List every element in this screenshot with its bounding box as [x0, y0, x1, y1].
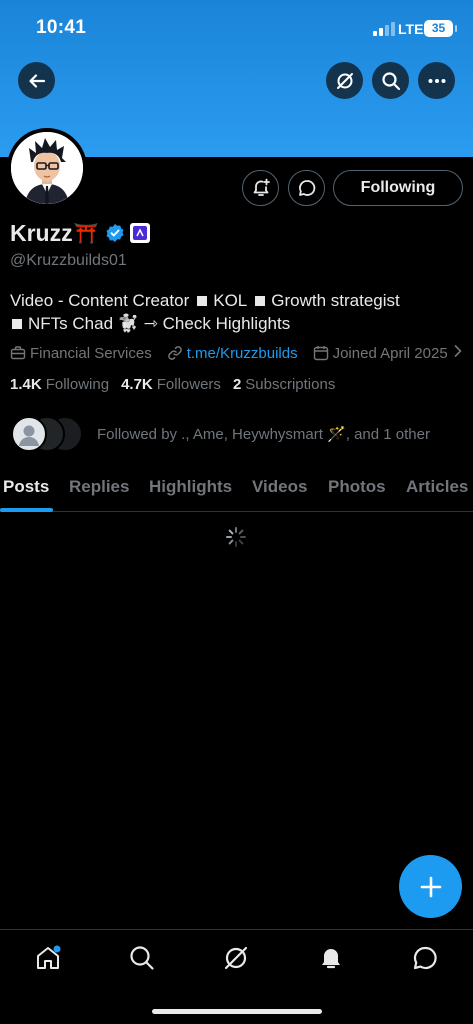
arrow-left-icon: [28, 73, 45, 88]
nav-messages[interactable]: [405, 942, 445, 974]
bio-text: Video - Content Creator: [10, 291, 190, 310]
home-icon: [37, 945, 61, 969]
followers-stat[interactable]: 4.7K Followers: [121, 376, 221, 393]
followed-by[interactable]: Followed by ., Ame, Heywhysmart 🪄, and 1…: [11, 416, 430, 452]
bullet-square-icon: [197, 296, 208, 307]
nav-grok[interactable]: [216, 942, 256, 974]
status-bar: 10:41 LTE 35: [0, 0, 473, 56]
bio-text: NFTs Chad: [28, 314, 114, 333]
bio-emoji: 🐩: [117, 314, 139, 333]
verified-badge-icon[interactable]: [105, 223, 125, 243]
tab-videos[interactable]: Videos: [252, 477, 307, 497]
tab-posts[interactable]: Posts: [3, 477, 49, 497]
name-emoji: ⛩️: [73, 222, 99, 245]
status-time: 10:41: [36, 17, 87, 38]
back-button[interactable]: [18, 62, 55, 99]
grok-icon: [224, 946, 248, 970]
followers-label: Followers: [156, 376, 221, 393]
subscriptions-stat[interactable]: 2 Subscriptions: [233, 376, 335, 393]
message-icon: [298, 180, 315, 196]
following-button[interactable]: Following: [333, 170, 463, 206]
loading-spinner-icon: [226, 527, 246, 547]
bell-plus-icon: [253, 178, 270, 196]
bell-icon: [322, 949, 340, 969]
battery-icon: 35: [424, 20, 457, 37]
bullet-square-icon: [255, 296, 266, 307]
profile-handle: @Kruzzbuilds01: [10, 252, 127, 269]
meta-link[interactable]: t.me/Kruzzbuilds: [167, 345, 298, 362]
network-label: LTE: [398, 21, 424, 37]
message-icon: [413, 946, 437, 970]
grok-button[interactable]: [326, 62, 363, 99]
following-stat[interactable]: 1.4K Following: [10, 376, 109, 393]
meta-joined: Joined April 2025: [313, 345, 448, 362]
subscriptions-count: 2: [232, 376, 242, 393]
profile-avatar[interactable]: [7, 128, 87, 208]
nav-notifications[interactable]: [311, 942, 351, 974]
profile-tabs: Posts Replies Highlights Videos Photos A…: [0, 467, 473, 512]
briefcase-icon: [10, 346, 26, 360]
subscribe-notifications-button[interactable]: [242, 170, 279, 206]
followers-count: 4.7K: [121, 376, 153, 393]
more-button[interactable]: [418, 62, 455, 99]
message-button[interactable]: [288, 170, 325, 206]
tab-highlights[interactable]: Highlights: [149, 477, 232, 497]
compose-button[interactable]: [399, 855, 462, 918]
bio-text: Growth strategist: [271, 291, 400, 310]
category-text: Financial Services: [30, 344, 152, 362]
following-label: Following: [45, 376, 110, 393]
tab-replies[interactable]: Replies: [69, 477, 129, 497]
link-icon: [167, 346, 182, 360]
nav-home[interactable]: [28, 942, 68, 974]
bio-text: Check Highlights: [162, 314, 291, 333]
nav-search[interactable]: [122, 942, 162, 974]
plus-icon: [420, 876, 441, 897]
affiliate-badge-icon[interactable]: [129, 222, 151, 244]
profile-stats: 1.4K Following 4.7K Followers 2 Subscriptio…: [10, 376, 347, 393]
bullet-square-icon: [12, 319, 22, 330]
home-indicator[interactable]: [152, 1009, 322, 1014]
joined-text: Joined April 2025: [332, 344, 448, 362]
more-icon: [428, 78, 445, 83]
profile-link[interactable]: t.me/Kruzzbuilds: [187, 345, 298, 362]
search-icon: [381, 71, 400, 90]
profile-meta: Financial Services t.me/Kruzzbuilds Join…: [10, 343, 467, 363]
tab-photos[interactable]: Photos: [328, 477, 386, 497]
chevron-right-icon: [453, 344, 467, 362]
follower-avatar: [11, 416, 47, 452]
profile-name-row: Kruzz ⛩️: [10, 218, 151, 248]
active-tab-indicator: [0, 508, 53, 512]
search-icon: [130, 946, 154, 970]
calendar-icon: [313, 346, 328, 361]
profile-name: Kruzz: [10, 219, 73, 246]
search-button[interactable]: [372, 62, 409, 99]
tab-articles[interactable]: Articles: [406, 477, 468, 497]
arrow-right-icon: ⇾: [143, 314, 158, 333]
meta-category: Financial Services: [10, 345, 152, 362]
bio-text: KOL: [213, 291, 248, 310]
grok-icon: [336, 72, 353, 89]
signal-icon: [373, 22, 395, 36]
subscriptions-label: Subscriptions: [245, 376, 336, 393]
followed-by-text: Followed by ., Ame, Heywhysmart 🪄, and 1…: [97, 426, 430, 443]
profile-bio: Video - Content Creator KOL Growth strateg…: [10, 289, 465, 335]
following-count: 1.4K: [10, 376, 42, 393]
